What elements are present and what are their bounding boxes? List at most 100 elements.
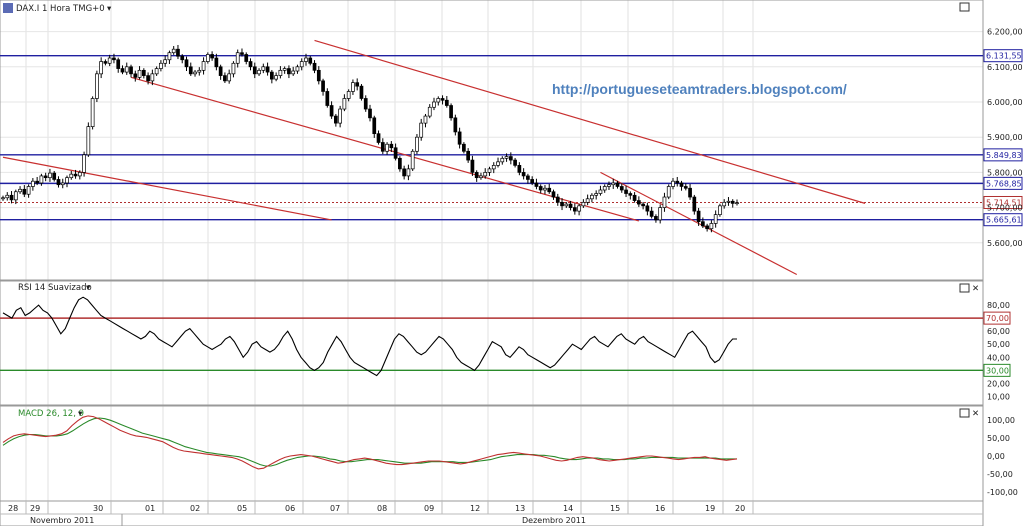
candle-body (406, 168, 411, 177)
candle-body (585, 198, 590, 203)
macd-maximize-icon[interactable] (959, 408, 970, 418)
candle-body (1, 197, 5, 200)
candle-body (13, 191, 18, 201)
candle-body (18, 188, 22, 193)
macd-tick-label: -100,00 (987, 488, 1018, 497)
maximize-icon[interactable] (959, 2, 970, 12)
price-tick-label: 5.800,00 (987, 168, 1023, 177)
rsi-level-label: 30,00 (986, 366, 1009, 375)
candle-body (432, 101, 436, 108)
candle-body (705, 225, 709, 230)
candle-body (547, 187, 552, 193)
macd-close-icon[interactable]: ✕ (972, 409, 979, 419)
candle-body (508, 156, 513, 161)
candle-body (214, 57, 219, 68)
candle-body (363, 98, 368, 110)
candle-body (137, 69, 142, 78)
candle-body (304, 57, 308, 62)
candle-body (590, 194, 594, 200)
candle-body (188, 66, 193, 75)
candle-body (675, 180, 680, 184)
candle-body (218, 66, 223, 76)
x-axis: 28 29 30 01 02 05 06 07 08 09 12 13 14 15 16 19 20 Novem… (0, 500, 984, 526)
candle-body (244, 54, 249, 62)
candle-body (299, 61, 304, 68)
candle-body (99, 61, 104, 75)
x-day-label: 20 (735, 504, 745, 513)
price-tick-label: 5.700,00 (987, 204, 1023, 213)
candle-body (184, 59, 189, 68)
price-level-label: 5.768,85 (986, 179, 1022, 188)
price-tick-label: 5.900,00 (987, 133, 1023, 142)
x-day-label: 19 (705, 504, 715, 513)
candle-body (385, 143, 389, 152)
candle-body (141, 69, 146, 76)
candle-body (167, 52, 172, 61)
candle-body (372, 117, 377, 135)
candle-body (696, 210, 701, 223)
candle-body (227, 73, 232, 82)
candle-body (150, 73, 155, 82)
candle-body (662, 196, 667, 208)
x-day-label: 28 (8, 504, 18, 513)
candle-body (534, 182, 539, 187)
rsi-tick-label: 10,00 (987, 392, 1010, 401)
candle-body (86, 126, 91, 156)
title-dropdown-icon[interactable]: ▾ (107, 4, 112, 14)
candle-body (530, 179, 535, 184)
x-day-label: 07 (330, 504, 340, 513)
candle-body (107, 57, 112, 64)
candle-body (636, 200, 641, 205)
candle-body (124, 66, 129, 73)
candle-body (22, 188, 27, 195)
candle-body (35, 180, 39, 184)
candle-body (39, 175, 44, 184)
price-title: DAX.I 1 Hora TMG+0 (16, 4, 105, 14)
candle-body (479, 175, 483, 179)
price-level-label: 5.665,61 (986, 216, 1022, 225)
candle-body (65, 177, 69, 184)
rsi-close-icon[interactable]: ✕ (972, 284, 979, 294)
candle-body (496, 161, 500, 166)
candle-body (205, 54, 210, 62)
candle-body (287, 68, 291, 75)
candle-body (735, 202, 739, 205)
rsi-tick-label: 50,00 (987, 340, 1010, 349)
candle-body (325, 91, 330, 106)
candle-body (31, 180, 35, 187)
rsi-title: RSI 14 Suavizado (18, 283, 92, 293)
candle-body (521, 172, 526, 177)
macd-dropdown-icon[interactable]: ▾ (78, 409, 83, 419)
candle-body (491, 165, 496, 170)
price-level-label: 5.849,83 (986, 151, 1022, 160)
candle-body (564, 203, 569, 207)
candle-body (223, 75, 227, 82)
rsi-tick-label: 20,00 (987, 379, 1010, 388)
candle-body (308, 57, 313, 64)
candle-body (5, 194, 10, 199)
candle-body (193, 71, 197, 75)
candle-body (555, 196, 560, 203)
candle-body (718, 205, 722, 215)
candle-body (649, 210, 654, 217)
candle-body (423, 115, 428, 124)
x-day-label: 08 (377, 504, 387, 513)
candle-body (688, 187, 692, 198)
candle-body (282, 68, 287, 71)
rsi-dropdown-icon[interactable]: ▾ (86, 283, 91, 293)
candle-body (240, 52, 244, 55)
candle-body (444, 99, 449, 106)
instrument-icon (3, 3, 13, 13)
rsi-maximize-icon[interactable] (959, 283, 970, 293)
candle-body (231, 62, 236, 75)
x-day-label: 30 (93, 504, 103, 513)
candle-body (295, 66, 300, 72)
candle-body (470, 159, 475, 173)
candle-body (436, 98, 441, 103)
candle-body (666, 186, 671, 198)
candle-body (598, 189, 603, 194)
candle-body (359, 85, 364, 99)
candle-body (581, 201, 586, 207)
price-tick-label: 6.200,00 (987, 28, 1023, 37)
price-tick-label: 6.000,00 (987, 98, 1023, 107)
